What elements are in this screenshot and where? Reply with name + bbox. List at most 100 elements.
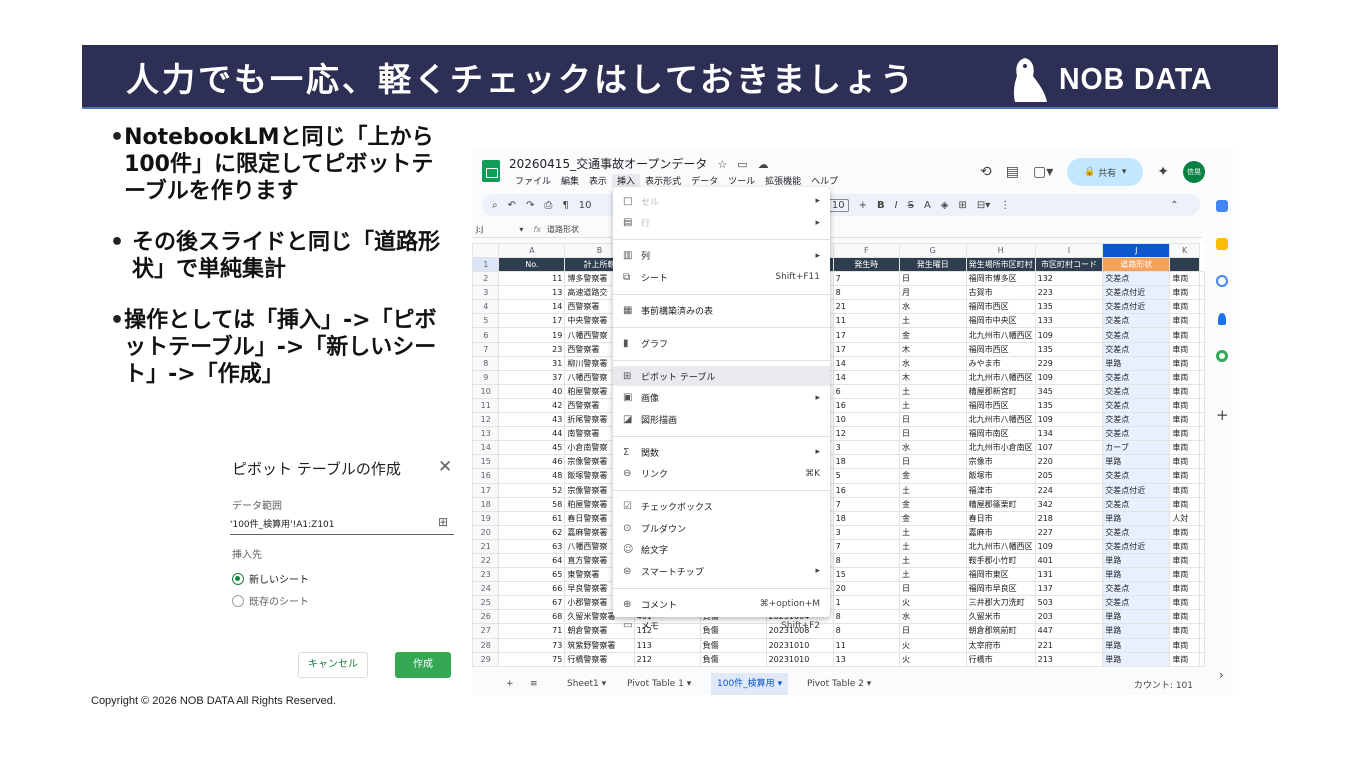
table-cell[interactable]: 春日市 — [965, 510, 1036, 526]
header-cell[interactable]: No. — [498, 256, 566, 273]
table-cell[interactable]: 車両 — [1169, 383, 1200, 399]
table-cell[interactable]: 401 — [1034, 552, 1104, 569]
table-cell[interactable]: 車両 — [1169, 567, 1200, 583]
table-cell[interactable]: 8 — [832, 285, 900, 301]
table-cell[interactable]: 205 — [1034, 468, 1104, 484]
table-cell[interactable]: 福岡市中央区 — [965, 313, 1036, 329]
table-cell[interactable]: 19 — [498, 327, 566, 343]
row-number[interactable]: 20 — [472, 524, 500, 540]
table-cell[interactable]: 14 — [498, 299, 566, 315]
table-cell[interactable]: 車両 — [1169, 609, 1200, 625]
menu-item[interactable]: 編集 — [556, 174, 584, 187]
table-cell[interactable]: 車両 — [1169, 552, 1200, 569]
italic-icon[interactable]: I — [895, 200, 898, 211]
tasks-icon[interactable] — [1216, 275, 1228, 287]
insert-menu-item[interactable]: ▭ メモ Shift+F2 — [613, 616, 830, 636]
table-cell[interactable]: 人対 — [1169, 510, 1200, 526]
table-cell[interactable]: 車両 — [1169, 313, 1200, 329]
table-cell[interactable]: 単路 — [1102, 510, 1171, 526]
table-cell[interactable]: 土 — [898, 538, 967, 554]
row-number[interactable]: 5 — [472, 313, 500, 329]
font-size-field[interactable]: 10 — [827, 198, 849, 212]
table-cell[interactable]: 水 — [898, 440, 967, 456]
history-icon[interactable]: ⟲ — [980, 164, 992, 180]
close-icon[interactable]: ✕ — [438, 457, 452, 477]
column-letter[interactable]: F — [832, 243, 900, 258]
table-cell[interactable]: 13 — [832, 651, 900, 667]
table-cell[interactable]: 3 — [832, 524, 900, 540]
table-cell[interactable]: 交差点 — [1102, 313, 1171, 329]
row-number[interactable]: 22 — [472, 552, 500, 569]
table-cell[interactable]: 20 — [832, 581, 900, 597]
table-cell[interactable]: 飯塚市 — [965, 468, 1036, 484]
all-sheets-icon[interactable]: ≡ — [530, 679, 538, 689]
menu-item[interactable]: 拡張機能 — [760, 174, 806, 187]
table-cell[interactable] — [1199, 327, 1205, 343]
table-cell[interactable]: 交差点 — [1102, 595, 1171, 611]
table-cell[interactable]: 交差点付近 — [1102, 299, 1171, 315]
column-letter[interactable]: I — [1034, 243, 1104, 258]
table-cell[interactable]: 糟屋郡篠栗町 — [965, 496, 1036, 512]
table-cell[interactable]: 水 — [898, 609, 967, 625]
table-cell[interactable]: 朝倉郡筑前町 — [965, 623, 1036, 639]
insert-menu-item[interactable]: ⊞ ピボット テーブル — [613, 366, 830, 386]
row-number[interactable]: 2 — [472, 271, 500, 287]
insert-menu-item[interactable]: ▥ 列 ▸ — [613, 246, 830, 266]
sheet-tab[interactable]: Pivot Table 2 ▾ — [807, 679, 871, 689]
table-cell[interactable]: 447 — [1034, 623, 1104, 639]
table-cell[interactable]: 火 — [898, 595, 967, 611]
maps-icon[interactable] — [1216, 350, 1228, 362]
table-cell[interactable]: 135 — [1034, 397, 1104, 414]
table-cell[interactable] — [1199, 581, 1205, 597]
table-cell[interactable]: 福岡市西区 — [965, 341, 1036, 357]
cell-grid[interactable]: ABCDEFGHIJK1No.計上所轄発生時発生曜日発生場所市区町村市区町村コー… — [472, 243, 1205, 668]
row-number[interactable]: 21 — [472, 538, 500, 554]
menu-item[interactable]: データ — [686, 174, 723, 187]
table-cell[interactable]: 交差点 — [1102, 581, 1171, 597]
table-cell[interactable]: 北九州市八幡西区 — [965, 327, 1036, 343]
table-cell[interactable]: 交差点 — [1102, 327, 1171, 343]
row-number[interactable]: 23 — [472, 567, 500, 583]
table-cell[interactable]: 太宰府市 — [965, 637, 1036, 653]
table-cell[interactable]: 福津市 — [965, 482, 1036, 498]
table-cell[interactable]: 109 — [1034, 412, 1104, 428]
table-cell[interactable]: 交差点 — [1102, 271, 1171, 287]
menu-item[interactable]: ヘルプ — [806, 174, 843, 187]
table-cell[interactable]: 52 — [498, 482, 566, 498]
table-cell[interactable]: 車両 — [1169, 496, 1200, 512]
table-cell[interactable]: 車両 — [1169, 299, 1200, 315]
table-cell[interactable]: 糟屋郡新宮町 — [965, 383, 1036, 399]
table-cell[interactable]: 42 — [498, 397, 566, 414]
table-cell[interactable]: 109 — [1034, 538, 1104, 554]
table-cell[interactable]: 土 — [898, 567, 967, 583]
menu-item[interactable]: 表示形式 — [640, 174, 686, 187]
table-cell[interactable]: 木 — [898, 341, 967, 357]
table-cell[interactable]: 58 — [498, 496, 566, 512]
insert-menu-item[interactable]: ◪ 図形描画 — [613, 409, 830, 429]
header-cell[interactable]: 市区町村コード — [1034, 256, 1104, 273]
table-cell[interactable]: 単路 — [1102, 454, 1171, 470]
row-number[interactable]: 13 — [472, 426, 500, 442]
paint-format-icon[interactable]: ¶ — [562, 200, 568, 211]
table-cell[interactable]: 67 — [498, 595, 566, 611]
table-cell[interactable]: 単路 — [1102, 651, 1171, 667]
table-cell[interactable]: 109 — [1034, 369, 1104, 385]
radio-new-sheet[interactable]: 新しいシート — [232, 571, 309, 586]
table-cell[interactable]: 交差点付近 — [1102, 285, 1171, 301]
row-number[interactable]: 1 — [472, 256, 500, 273]
table-cell[interactable] — [1199, 383, 1205, 399]
table-cell[interactable] — [1199, 651, 1205, 667]
folder-icon[interactable]: ▭ — [737, 158, 747, 171]
table-cell[interactable]: 交差点 — [1102, 468, 1171, 484]
table-cell[interactable]: 68 — [498, 609, 566, 625]
gemini-icon[interactable]: ✦ — [1157, 164, 1169, 180]
table-cell[interactable]: 227 — [1034, 524, 1104, 540]
row-number[interactable]: 15 — [472, 454, 500, 470]
table-cell[interactable]: 503 — [1034, 595, 1104, 611]
table-cell[interactable]: 43 — [498, 412, 566, 428]
header-cell[interactable]: 発生曜日 — [898, 256, 967, 273]
table-cell[interactable]: 交差点 — [1102, 412, 1171, 428]
table-cell[interactable]: 17 — [832, 341, 900, 357]
table-cell[interactable]: 345 — [1034, 383, 1104, 399]
table-cell[interactable]: 交差点 — [1102, 426, 1171, 442]
